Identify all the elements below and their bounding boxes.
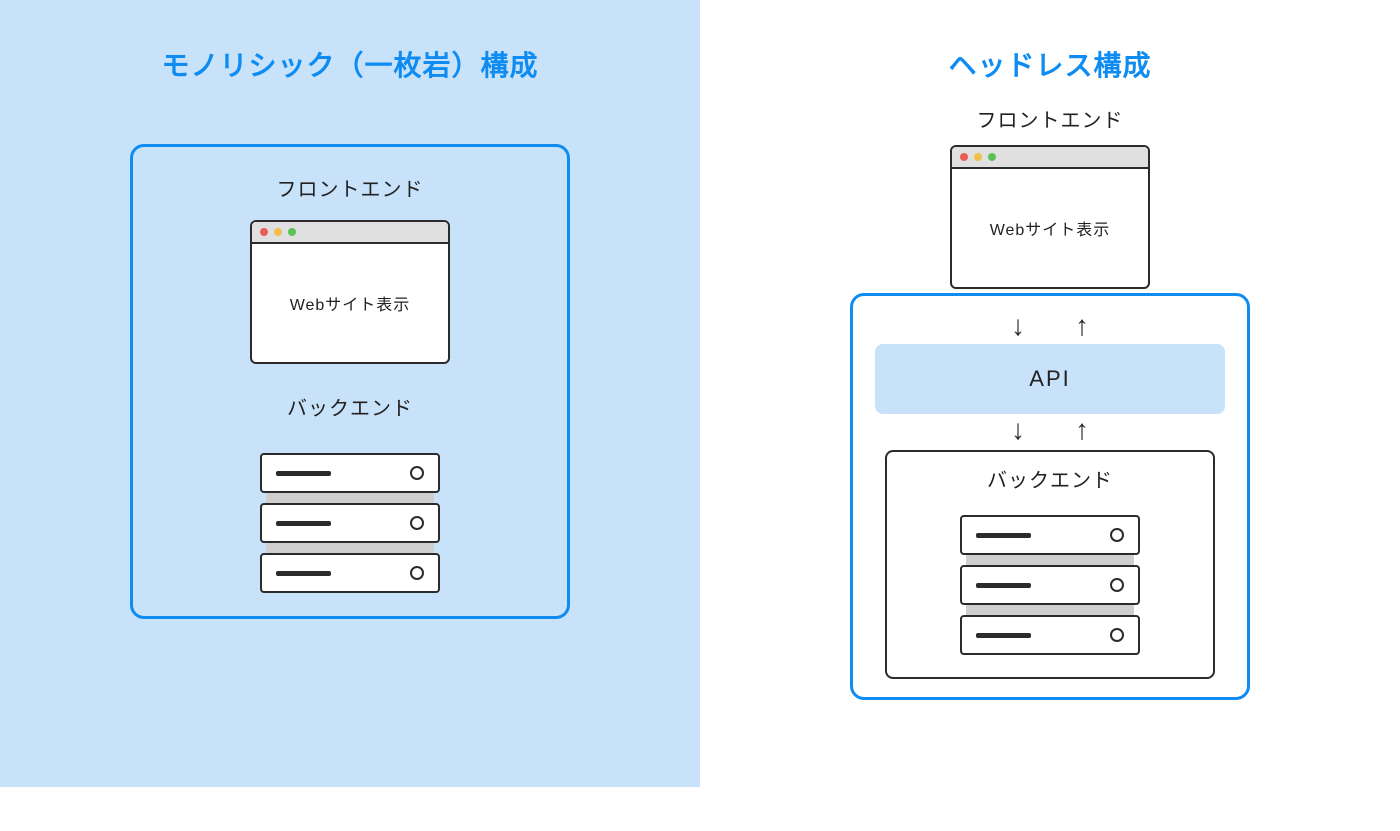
browser-titlebar [952, 147, 1148, 169]
frontend-block: フロントエンド Webサイト表示 [700, 104, 1400, 289]
monolithic-panel: モノリシック（一枚岩）構成 フロントエンド Webサイト表示 バックエンド [0, 0, 700, 787]
arrow-down-icon: ↓ [1011, 416, 1025, 444]
server-tray [260, 503, 440, 543]
browser-window-icon: Webサイト表示 [950, 145, 1150, 289]
browser-body: Webサイト表示 [952, 169, 1148, 287]
frontend-label: フロントエンド [133, 173, 567, 202]
server-tray [960, 565, 1140, 605]
diagram-canvas: モノリシック（一枚岩）構成 フロントエンド Webサイト表示 バックエンド [0, 0, 1400, 787]
server-tray [260, 553, 440, 593]
server-rack-icon [960, 515, 1140, 655]
backend-label: バックエンド [887, 464, 1213, 493]
server-rack-icon [260, 453, 440, 593]
monolithic-container: フロントエンド Webサイト表示 バックエンド [130, 144, 570, 619]
browser-text: Webサイト表示 [290, 291, 411, 315]
backend-label: バックエンド [133, 392, 567, 421]
server-tray [260, 453, 440, 493]
browser-window-icon: Webサイト表示 [250, 220, 450, 364]
window-minimize-icon [274, 228, 282, 236]
headless-container: ↓ ↑ API ↓ ↑ バックエンド [850, 293, 1250, 700]
server-tray [960, 515, 1140, 555]
browser-titlebar [252, 222, 448, 244]
browser-body: Webサイト表示 [252, 244, 448, 362]
api-layer: API [875, 344, 1225, 414]
arrows-frontend-api: ↓ ↑ [853, 312, 1247, 340]
arrow-down-icon: ↓ [1011, 312, 1025, 340]
arrows-api-backend: ↓ ↑ [853, 416, 1247, 444]
server-tray [960, 615, 1140, 655]
window-minimize-icon [974, 153, 982, 161]
window-close-icon [260, 228, 268, 236]
window-zoom-icon [288, 228, 296, 236]
backend-frame: バックエンド [885, 450, 1215, 679]
browser-text: Webサイト表示 [990, 216, 1111, 240]
arrow-up-icon: ↑ [1075, 416, 1089, 444]
frontend-label: フロントエンド [700, 104, 1400, 133]
arrow-up-icon: ↑ [1075, 312, 1089, 340]
monolithic-title: モノリシック（一枚岩）構成 [0, 44, 700, 84]
window-zoom-icon [988, 153, 996, 161]
headless-title: ヘッドレス構成 [700, 44, 1400, 84]
window-close-icon [960, 153, 968, 161]
headless-panel: ヘッドレス構成 フロントエンド Webサイト表示 ↓ [700, 0, 1400, 787]
